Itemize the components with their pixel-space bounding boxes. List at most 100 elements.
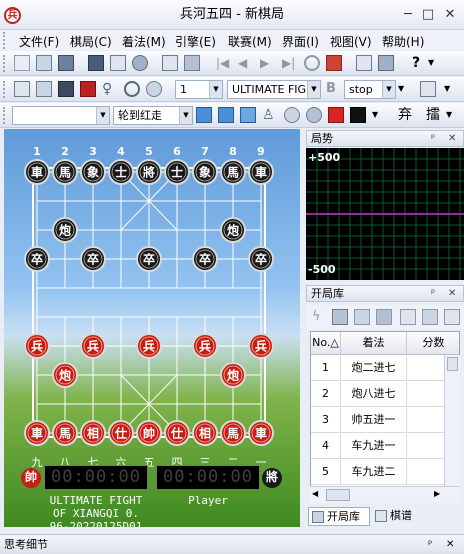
menu-engine[interactable]: 引擎(E) xyxy=(175,33,216,50)
circle2-icon[interactable] xyxy=(306,107,322,123)
column-header-no[interactable]: No.△ xyxy=(311,332,341,355)
column-header-score[interactable]: 分数 xyxy=(407,332,459,355)
copy-icon[interactable] xyxy=(162,55,178,71)
piece-label: 卒 xyxy=(87,252,99,267)
analyze-icon[interactable] xyxy=(326,55,342,71)
bulb-icon[interactable]: ♀ xyxy=(102,81,118,97)
scroll-left-icon[interactable]: ◀ xyxy=(312,489,318,498)
piece-label: 象 xyxy=(199,165,211,180)
layout-icon[interactable] xyxy=(378,55,394,71)
menu-move[interactable]: 着法(M) xyxy=(122,33,166,50)
toolbar-overflow-icon[interactable]: ▼ xyxy=(444,81,460,97)
book-settings-icon[interactable] xyxy=(444,309,460,325)
person-icon[interactable]: ♙ xyxy=(262,107,278,123)
open-icon[interactable] xyxy=(36,55,52,71)
close-panel-icon[interactable]: ✕ xyxy=(448,286,456,301)
menu-view[interactable]: 视图(V) xyxy=(330,33,372,50)
table-row[interactable]: 1 炮二进七 xyxy=(311,356,459,381)
vertical-scrollbar[interactable] xyxy=(444,355,460,486)
close-panel-icon[interactable]: ✕ xyxy=(446,535,454,554)
row-move: 炮八进七 xyxy=(341,382,407,407)
paste-icon[interactable] xyxy=(184,55,200,71)
chevron-down-icon[interactable]: ▼ xyxy=(96,107,109,124)
board-icon[interactable] xyxy=(14,81,30,97)
edit-icon[interactable] xyxy=(400,309,416,325)
grid-icon[interactable] xyxy=(420,81,436,97)
flip-board-icon[interactable] xyxy=(88,55,104,71)
chevron-down-icon[interactable]: ▼ xyxy=(179,107,192,124)
red-side-icon[interactable] xyxy=(328,107,344,123)
new-game-icon[interactable] xyxy=(14,55,30,71)
export-icon[interactable] xyxy=(376,309,392,325)
next-move-icon[interactable]: ▶ xyxy=(260,55,276,71)
opening-toolbar: ϟ xyxy=(306,305,464,329)
pin-icon[interactable]: ᵖ xyxy=(431,286,435,301)
menu-league[interactable]: 联赛(M) xyxy=(228,33,272,50)
toolbar-overflow-icon[interactable]: ▼ xyxy=(372,107,388,123)
scroll-thumb[interactable] xyxy=(447,357,458,371)
board-style-icon[interactable] xyxy=(196,107,212,123)
toolbar-overflow-icon[interactable]: ▼ xyxy=(446,107,462,123)
position-input[interactable]: ▼ xyxy=(12,106,110,125)
close-panel-icon[interactable]: ✕ xyxy=(448,131,456,146)
last-move-icon[interactable]: ▶| xyxy=(282,55,298,71)
table-row[interactable]: 3 帅五进一 xyxy=(311,408,459,433)
chevron-down-icon[interactable]: ▼ xyxy=(307,81,320,98)
maximize-icon[interactable]: □ xyxy=(418,6,438,24)
theme-icon[interactable] xyxy=(240,107,256,123)
table-row[interactable]: 2 炮八进七 xyxy=(311,382,459,407)
horizontal-scrollbar[interactable]: ◀ ▶ xyxy=(310,486,460,503)
action-select[interactable]: stop ▼ xyxy=(344,80,396,99)
table-row[interactable]: 4 车九进一 xyxy=(311,434,459,459)
lightning-icon[interactable]: ϟ xyxy=(312,309,328,325)
engine-select[interactable]: ULTIMATE FIG ▼ xyxy=(227,80,321,99)
record-icon[interactable] xyxy=(80,81,96,97)
settings-icon[interactable] xyxy=(132,55,148,71)
print-icon[interactable] xyxy=(110,55,126,71)
bold-icon[interactable]: B xyxy=(326,81,342,97)
piece-label: 兵 xyxy=(87,339,99,354)
menu-help[interactable]: 帮助(H) xyxy=(382,33,424,50)
close-icon[interactable]: ✕ xyxy=(440,6,460,24)
scroll-thumb[interactable] xyxy=(326,489,350,501)
import-icon[interactable] xyxy=(332,309,348,325)
lock-icon[interactable] xyxy=(354,309,370,325)
circle-icon[interactable] xyxy=(284,107,300,123)
depth-select[interactable]: 1 ▼ xyxy=(175,80,223,99)
scroll-right-icon[interactable]: ▶ xyxy=(434,489,440,498)
arena-button[interactable]: 擂 xyxy=(422,107,444,123)
search-icon[interactable] xyxy=(124,81,140,97)
chevron-down-icon[interactable]: ▼ xyxy=(382,81,395,98)
column-header-move[interactable]: 着法 xyxy=(341,332,407,355)
table-row[interactable]: 5 车九进二 xyxy=(311,460,459,485)
tab-game-record[interactable]: 棋谱 xyxy=(372,507,424,526)
help-icon[interactable]: ? xyxy=(408,55,424,71)
copy-book-icon[interactable] xyxy=(422,309,438,325)
add-icon[interactable] xyxy=(146,81,162,97)
toolbar-grip xyxy=(3,55,6,72)
save-icon[interactable] xyxy=(58,55,74,71)
menu-interface[interactable]: 界面(I) xyxy=(282,33,319,50)
monitor-icon[interactable] xyxy=(58,81,74,97)
prev-move-icon[interactable]: ◀ xyxy=(238,55,254,71)
minimize-icon[interactable]: ─ xyxy=(398,6,418,24)
menu-file[interactable]: 文件(F) xyxy=(19,33,59,50)
turn-select[interactable]: 轮到红走 ▼ xyxy=(113,106,193,125)
resign-button[interactable]: 弃 xyxy=(394,107,416,123)
piece-style-icon[interactable] xyxy=(218,107,234,123)
pin-icon[interactable]: ᵖ xyxy=(428,535,432,554)
toolbar-overflow-icon[interactable]: ▼ xyxy=(398,81,414,97)
menu-game[interactable]: 棋局(C) xyxy=(70,33,112,50)
chevron-down-icon[interactable]: ▼ xyxy=(209,81,222,98)
undo-icon[interactable] xyxy=(304,55,320,71)
book-icon[interactable] xyxy=(36,81,52,97)
red-clock: 00:00:00 xyxy=(44,465,148,490)
toolbar-overflow-icon[interactable]: ▼ xyxy=(428,55,444,71)
tab-opening-book[interactable]: 开局库 xyxy=(308,507,370,526)
first-move-icon[interactable]: |◀ xyxy=(216,55,232,71)
edit-toolbar: ▼ 轮到红走 ▼ ♙ ▼ 弃 擂 ▼ xyxy=(0,103,464,128)
black-side-icon[interactable] xyxy=(350,107,366,123)
pin-icon[interactable]: ᵖ xyxy=(431,131,435,146)
window-icon[interactable] xyxy=(356,55,372,71)
red-player-line2: OF XIANGQI 0. xyxy=(52,507,140,520)
